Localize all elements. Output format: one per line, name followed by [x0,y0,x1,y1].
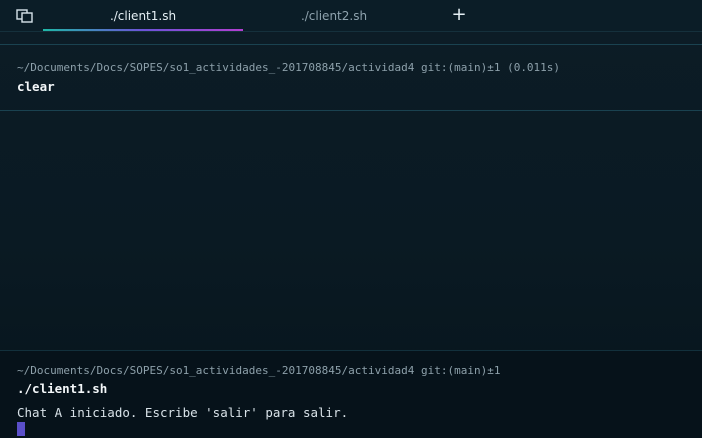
block-divider [0,44,702,45]
block-divider [0,110,702,111]
tab-client2[interactable]: ./client2.sh [234,0,434,31]
prompt-path: ~/Documents/Docs/SOPES/so1_actividades_-… [17,61,561,74]
command-output: Chat A iniciado. Escribe 'salir' para sa… [17,405,349,420]
tab-client1[interactable]: ./client1.sh [43,0,243,31]
panels-icon[interactable] [16,9,34,23]
tab-label: ./client2.sh [300,8,368,23]
terminal-window: ./client1.sh ./client2.sh + ~/Documents/… [0,0,702,438]
tab-bar-border [0,31,702,32]
block-divider [0,350,702,351]
tab-bar: ./client1.sh ./client2.sh + [0,0,702,31]
text-cursor[interactable] [17,422,25,436]
command-text[interactable]: clear [17,79,55,94]
prompt-path: ~/Documents/Docs/SOPES/so1_actividades_-… [17,364,501,377]
command-text[interactable]: ./client1.sh [17,381,107,396]
add-tab-button[interactable]: + [449,5,469,25]
tab-label: ./client1.sh [109,8,177,23]
plus-icon: + [451,4,467,25]
